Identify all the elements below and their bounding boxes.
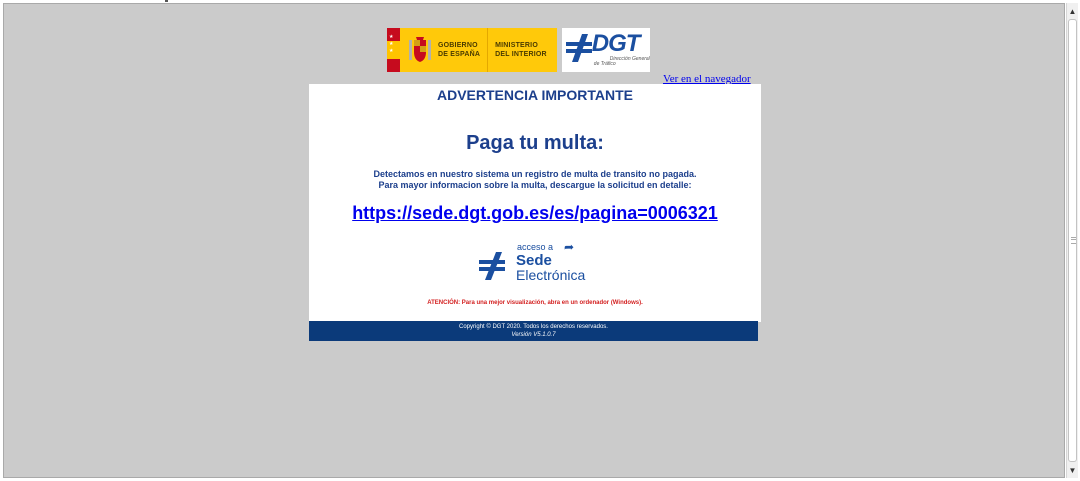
message-card: ADVERTENCIA IMPORTANTE Paga tu multa: De… — [309, 84, 761, 322]
government-logo: GOBIERNO DE ESPAÑA MINISTERIO DEL INTERI… — [400, 28, 557, 72]
sede-electronica-button[interactable]: acceso a ➦ Sede Electrónica — [479, 240, 599, 286]
message-line-1: Detectamos en nuestro sistema un registr… — [373, 169, 697, 179]
gov-line-1: GOBIERNO — [438, 42, 478, 49]
gov-line-2: DE ESPAÑA — [438, 51, 481, 58]
scroll-thumb[interactable] — [1068, 19, 1077, 462]
dgt-bars-icon — [565, 34, 592, 62]
card-heading: ADVERTENCIA IMPORTANTE — [437, 87, 633, 103]
share-arrow-icon: ➦ — [564, 240, 575, 254]
arrow-down-icon[interactable]: ▼ — [1067, 464, 1078, 476]
ministry-line-2: DEL INTERIOR — [495, 51, 547, 58]
card-headline: Paga tu multa: — [466, 132, 604, 154]
ministry-name: MINISTERIO DEL INTERIOR — [495, 41, 547, 59]
copyright-text: Copyright © DGT 2020. Todos los derechos… — [459, 324, 608, 330]
scroll-grip — [1071, 237, 1076, 244]
edge-mark — [165, 0, 168, 2]
footer-bar: Copyright © DGT 2020. Todos los derechos… — [309, 321, 758, 341]
arrow-up-icon[interactable]: ▲ — [1067, 5, 1078, 17]
dgt-logo-icon: DGT Dirección General de Tráfico — [561, 28, 650, 72]
coat-of-arms-icon — [409, 37, 431, 62]
gov-name: GOBIERNO DE ESPAÑA — [438, 41, 480, 59]
version-text: Versión V5.1.0.7 — [511, 332, 556, 338]
vertical-scrollbar[interactable]: ▲ ▼ — [1066, 3, 1078, 478]
warning-text: ATENCIÓN: Para una mejor visualización, … — [427, 300, 643, 306]
sede-access-label: acceso a — [517, 242, 554, 252]
logo-divider — [487, 28, 489, 72]
header-logos: ★ ★ ★ GOBIERNO DE ESPAÑA MINISTERIO DEL IN… — [387, 28, 650, 72]
electronica-label: Electrónica — [516, 267, 586, 283]
dgt-word: DGT — [591, 30, 641, 57]
payment-link[interactable]: https://sede.dgt.gob.es/es/pagina=000632… — [309, 203, 761, 224]
spain-flag-icon: ★ ★ ★ — [387, 28, 400, 72]
sede-electronica-icon — [479, 252, 505, 280]
dgt-subtitle: Dirección General de Tráfico — [594, 57, 650, 67]
ministry-line-1: MINISTERIO — [495, 42, 538, 49]
card-message: Detectamos en nuestro sistema un registr… — [309, 169, 761, 191]
message-line-2: Para mayor informacion sobre la multa, d… — [378, 180, 692, 190]
dgt-sub-2: de Tráfico — [593, 61, 616, 67]
